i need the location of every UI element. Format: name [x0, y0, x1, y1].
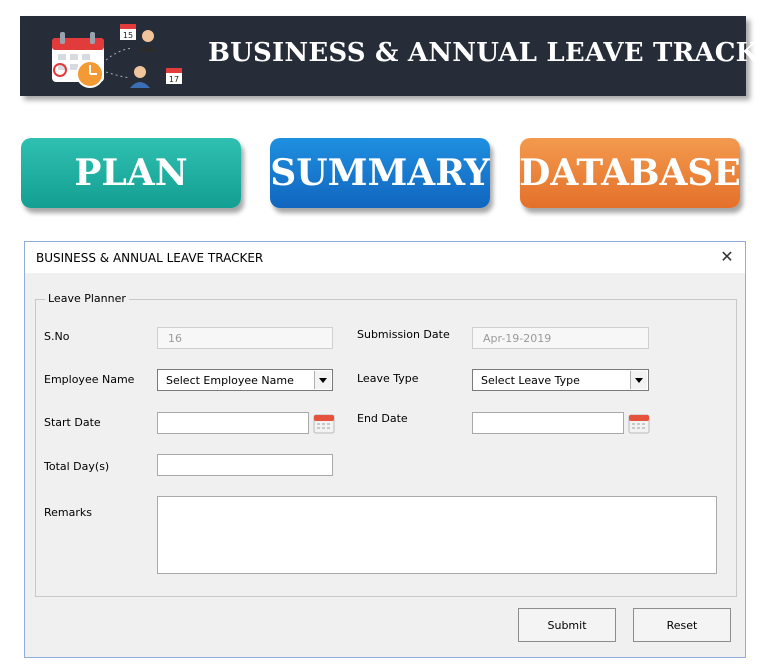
group-label: Leave Planner	[45, 292, 129, 305]
page-title: BUSINESS & ANNUAL LEAVE TRACKER	[208, 38, 768, 68]
chevron-down-icon[interactable]	[314, 371, 331, 389]
submission-date-field[interactable]: Apr-19-2019	[472, 327, 649, 349]
leave-type-select[interactable]: Select Leave Type	[472, 369, 649, 391]
sno-label: S.No	[44, 330, 70, 343]
reset-button[interactable]: Reset	[633, 608, 731, 642]
submission-date-label: Submission Date	[357, 328, 450, 341]
calendar-icon[interactable]	[628, 412, 650, 434]
calendar-icon[interactable]	[313, 412, 335, 434]
database-button[interactable]: DATABASE	[519, 138, 741, 208]
start-date-label: Start Date	[44, 416, 101, 429]
close-icon[interactable]: ✕	[715, 246, 739, 268]
start-date-field[interactable]	[157, 412, 309, 434]
end-date-field[interactable]	[472, 412, 624, 434]
svg-text:17: 17	[169, 75, 179, 84]
remarks-textarea[interactable]	[157, 496, 717, 574]
end-date-label: End Date	[357, 412, 408, 425]
dialog-titlebar: BUSINESS & ANNUAL LEAVE TRACKER ✕	[25, 242, 745, 273]
calendar-people-logo-icon: 15 17	[52, 24, 182, 88]
submit-button[interactable]: Submit	[518, 608, 616, 642]
plan-button[interactable]: PLAN	[21, 138, 241, 208]
summary-button[interactable]: SUMMARY	[270, 138, 490, 208]
leave-type-value: Select Leave Type	[481, 374, 580, 387]
employee-name-select[interactable]: Select Employee Name	[157, 369, 333, 391]
chevron-down-icon[interactable]	[630, 371, 647, 389]
total-days-label: Total Day(s)	[44, 460, 110, 473]
leave-type-label: Leave Type	[357, 372, 419, 385]
remarks-label: Remarks	[44, 506, 92, 519]
header-banner: 15 17 BUSINESS & ANNUAL LEAVE TRACKER	[20, 16, 768, 96]
sno-field[interactable]: 16	[157, 327, 333, 349]
total-days-field[interactable]	[157, 454, 333, 476]
employee-name-label: Employee Name	[44, 373, 135, 386]
employee-name-value: Select Employee Name	[166, 374, 294, 387]
svg-text:15: 15	[123, 31, 133, 40]
dialog-title: BUSINESS & ANNUAL LEAVE TRACKER	[36, 251, 264, 265]
leave-planner-dialog: BUSINESS & ANNUAL LEAVE TRACKER ✕ Leave …	[24, 241, 746, 658]
